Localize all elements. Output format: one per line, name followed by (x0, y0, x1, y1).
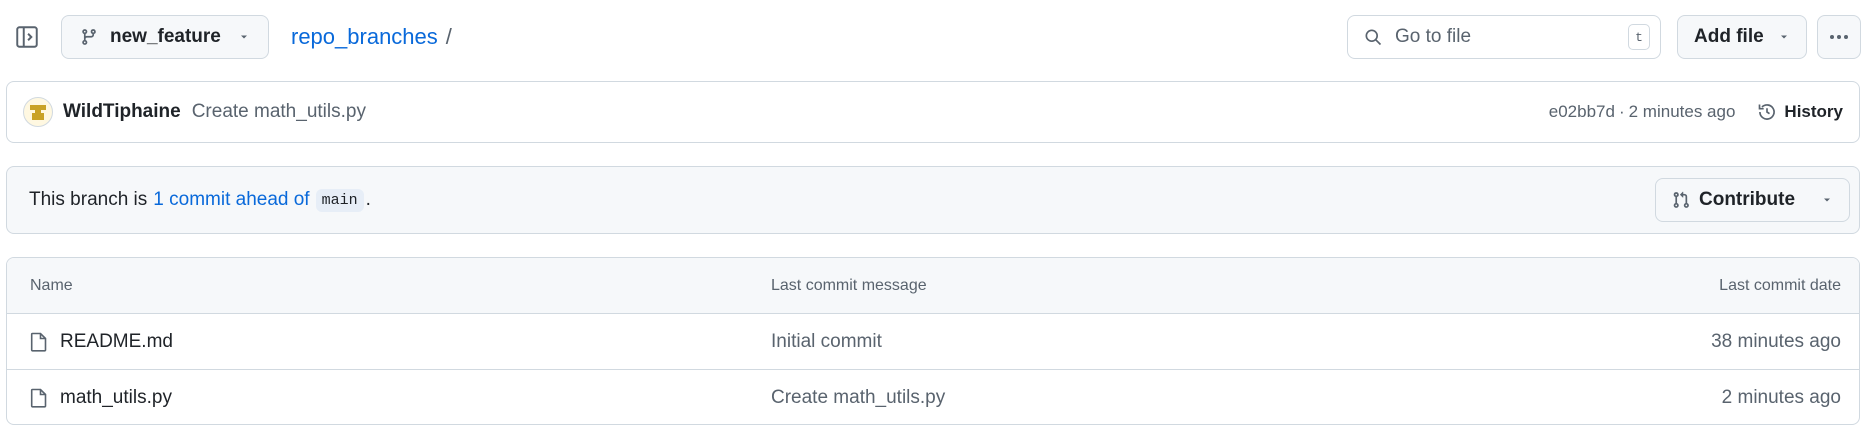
pull-request-icon (1672, 191, 1690, 209)
column-header-name: Name (30, 276, 73, 294)
file-name-cell: README.md (30, 331, 173, 353)
branch-selector-button[interactable]: new_feature (61, 15, 269, 59)
file-name-link[interactable]: README.md (60, 331, 173, 353)
file-commit-date: 2 minutes ago (1721, 387, 1841, 408)
commit-time: 2 minutes ago (1628, 102, 1736, 121)
commit-message[interactable]: Create math_utils.py (192, 101, 1549, 123)
sidebar-expand-icon[interactable] (14, 24, 40, 50)
column-header-message: Last commit message (771, 276, 927, 294)
branch-name: new_feature (110, 26, 221, 47)
kebab-horizontal-icon (1829, 34, 1849, 40)
repo-top-bar: new_feature repo_branches / Go to file t… (0, 0, 1867, 76)
chevron-down-icon (238, 31, 250, 43)
add-file-button[interactable]: Add file (1677, 15, 1807, 59)
keyboard-shortcut-hint: t (1628, 24, 1650, 50)
add-file-label: Add file (1694, 26, 1764, 47)
chevron-down-icon (1778, 31, 1790, 43)
branch-status-text: This branch is 1 commit ahead of main . (29, 188, 1655, 212)
commits-ahead-link[interactable]: 1 commit ahead of (153, 189, 309, 211)
branch-status-box: This branch is 1 commit ahead of main . … (6, 166, 1860, 234)
file-table: Name Last commit message Last commit dat… (6, 257, 1860, 425)
branch-status-suffix: . (365, 189, 371, 210)
avatar[interactable] (23, 97, 53, 127)
file-name-link[interactable]: math_utils.py (60, 387, 172, 409)
commit-meta: e02bb7d · 2 minutes ago (1549, 102, 1736, 122)
go-to-file-input[interactable]: Go to file t (1347, 15, 1661, 59)
git-branch-icon (80, 28, 98, 46)
path-separator: / (445, 24, 452, 49)
commit-author[interactable]: WildTiphaine (63, 101, 181, 123)
search-placeholder: Go to file (1395, 26, 1472, 47)
search-icon (1363, 27, 1383, 47)
history-label: History (1784, 102, 1843, 121)
more-options-button[interactable] (1817, 15, 1861, 59)
branch-status-prefix: This branch is (29, 189, 148, 210)
base-branch-badge: main (315, 188, 364, 212)
column-header-date: Last commit date (1719, 276, 1841, 294)
repo-name-link[interactable]: repo_branches (291, 24, 438, 50)
contribute-button[interactable]: Contribute (1655, 178, 1850, 222)
file-commit-message-link[interactable]: Initial commit (771, 331, 882, 353)
table-header: Name Last commit message Last commit dat… (7, 258, 1859, 314)
breadcrumb: repo_branches / (291, 24, 452, 50)
meta-separator: · (1618, 102, 1625, 121)
chevron-down-icon (1821, 194, 1833, 206)
contribute-label: Contribute (1699, 189, 1796, 210)
table-row: math_utils.py Create math_utils.py 2 min… (7, 370, 1859, 424)
file-commit-date: 38 minutes ago (1711, 330, 1841, 352)
file-icon (30, 388, 48, 408)
table-row: README.md Initial commit 38 minutes ago (7, 314, 1859, 370)
file-commit-message-link[interactable]: Create math_utils.py (771, 387, 945, 409)
history-icon (1757, 102, 1777, 122)
file-name-cell: math_utils.py (30, 387, 172, 409)
file-icon (30, 332, 48, 352)
latest-commit-box: WildTiphaine Create math_utils.py e02bb7… (6, 81, 1860, 143)
commit-sha[interactable]: e02bb7d (1549, 102, 1615, 122)
history-link[interactable]: History (1757, 102, 1843, 122)
